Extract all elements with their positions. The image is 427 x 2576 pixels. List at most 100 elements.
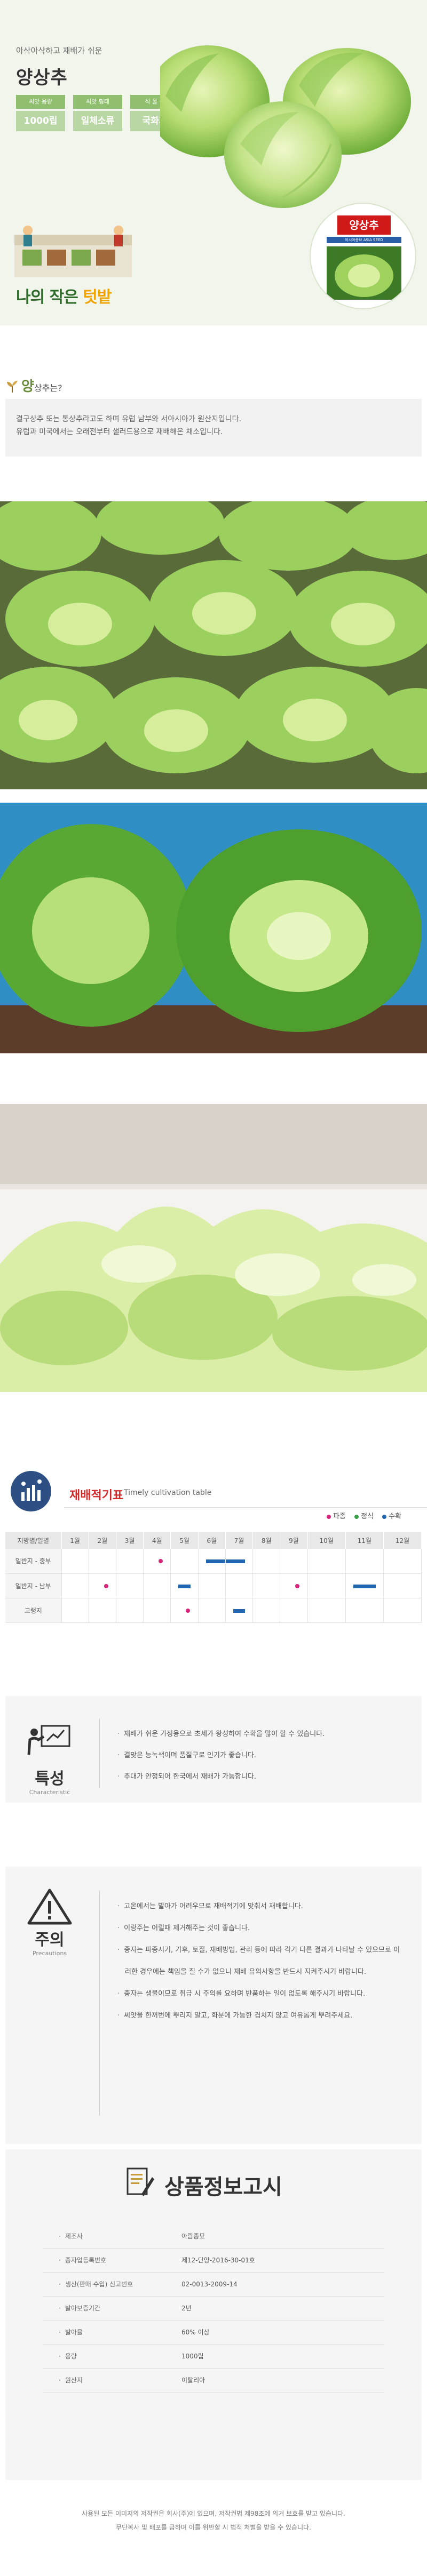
list-item: 결맞은 능녹색이며 품질구로 인기가 좋습니다. — [117, 1745, 325, 1766]
month-header: 3월 — [116, 1532, 144, 1549]
spec-seed-form: 씨앗 형태 일체소류 — [73, 95, 122, 131]
notice-value: 아람종묘 — [181, 2224, 384, 2249]
notice-key: 제조사 — [43, 2224, 181, 2249]
month-header: 5월 — [170, 1532, 199, 1549]
intro-heading-big: 양 — [21, 379, 34, 395]
month-header: 11월 — [345, 1532, 384, 1549]
spec-label: 씨앗 형태 — [73, 95, 122, 109]
hero-subtitle: 아삭아삭하고 재배가 쉬운 — [16, 46, 102, 55]
notice-value: 1000립 — [181, 2344, 384, 2369]
calendar-month-cell — [61, 1598, 89, 1623]
calendar-month-cell — [252, 1598, 281, 1623]
calendar-month-cell — [143, 1549, 171, 1574]
calendar-month-cell — [116, 1549, 144, 1574]
calendar-month-cell — [383, 1549, 422, 1574]
seed-packet-strip: 아시아종묘 ASIA SEED — [327, 237, 401, 243]
notice-key: 종자업등록번호 — [43, 2248, 181, 2273]
features-title: 특성 — [35, 1770, 65, 1788]
notice-value: 60% 이상 — [181, 2320, 384, 2345]
lettuce-heads-tray-photo — [0, 803, 427, 1053]
product-notice-title: 상품정보고시 — [164, 2175, 282, 2199]
month-header: 4월 — [143, 1532, 171, 1549]
month-header: 7월 — [225, 1532, 254, 1549]
table-row: 발아율60% 이상 — [43, 2320, 384, 2345]
calendar-month-cell — [252, 1549, 281, 1574]
harvest-mark — [205, 1559, 225, 1563]
footer-line: 무단복사 및 배포를 금하며 이를 위반할 시 법적 처벌을 받을 수 있습니다… — [116, 2524, 311, 2531]
table-row: 제조사아람종묘 — [43, 2224, 384, 2249]
legend-label: 정식 — [361, 1513, 374, 1521]
lettuce-field-photo — [0, 501, 427, 789]
calendar-month-cell — [225, 1573, 254, 1598]
cultivation-icon-badge — [11, 1471, 51, 1511]
presenter-board-icon — [27, 1725, 70, 1755]
legend-item-harvest: 수확 — [382, 1513, 401, 1521]
lettuce-salad-bowl-photo — [0, 1104, 427, 1392]
calendar-month-cell — [143, 1573, 171, 1598]
divider — [99, 1891, 100, 2115]
footer-line: 사용된 모든 이미지의 저작권은 회사(주)에 있으며, 저작권법 제98조에 … — [82, 2510, 345, 2517]
seed-packet-photo — [327, 246, 401, 300]
intro-line: 결구상추 또는 통상추라고도 하며 유럽 남부와 서아시아가 원산지입니다. — [16, 415, 241, 423]
month-header: 6월 — [198, 1532, 226, 1549]
caution-title: 주의 — [35, 1931, 65, 1949]
legend-item-sow: 파종 — [327, 1513, 346, 1521]
calendar-month-cell — [383, 1573, 422, 1598]
intro-heading: 양상추는? — [21, 375, 62, 395]
legend-dot-icon — [354, 1514, 359, 1519]
intro-line: 유럽과 미국에서는 오래전부터 샐러드용으로 재배해온 채소입니다. — [16, 428, 223, 436]
calendar-month-cell — [170, 1573, 199, 1598]
calendar-row-label: 일반지 - 중부 — [5, 1549, 62, 1574]
calendar-month-cell — [307, 1573, 346, 1598]
brand-logo-text: 나의 작은 텃밭 — [16, 284, 112, 307]
list-item: 재배가 쉬운 가정용으로 초세가 왕성하여 수확을 많이 할 수 있습니다. — [117, 1724, 325, 1745]
month-header: 1월 — [61, 1532, 89, 1549]
cultivation-legend: 파종 정식 수확 — [320, 1510, 401, 1521]
spec-label: 씨앗 용량 — [16, 95, 65, 109]
list-item: 이랑주는 어릴때 제거해주는 것이 좋습니다. — [117, 1917, 400, 1939]
calendar-month-cell — [170, 1598, 199, 1623]
notice-value: 이탈리아 — [181, 2368, 384, 2393]
legend-label: 수확 — [389, 1513, 402, 1521]
calendar-month-cell — [345, 1549, 384, 1574]
features-list: 재배가 쉬운 가정용으로 초세가 왕성하여 수확을 많이 할 수 있습니다. 결… — [117, 1724, 325, 1788]
harvest-mark — [178, 1584, 191, 1588]
document-pencil-icon — [126, 2167, 154, 2196]
hero-banner: 아삭아삭하고 재배가 쉬운 양상추 씨앗 용량 1000립 씨앗 형태 일체소류… — [0, 0, 427, 325]
calendar-month-cell — [116, 1573, 144, 1598]
calendar-row: 일반지 - 남부 — [5, 1573, 422, 1598]
calendar-month-cell — [198, 1573, 226, 1598]
product-notice-table: 제조사아람종묘 종자업등록번호제12-단양-2016-30-01호 생산(판매·… — [43, 2224, 384, 2393]
list-item: 씨앗을 한꺼번에 뿌리지 말고, 화분에 가능한 겹치지 않고 여유롭게 뿌려주… — [117, 2005, 400, 2027]
calendar-month-cell — [198, 1549, 226, 1574]
warning-icon — [27, 1889, 72, 1925]
calendar-header-row: 지방별/일별 1월 2월 3월 4월 5월 6월 7월 8월 9월 10월 11… — [5, 1532, 422, 1549]
month-header: 2월 — [89, 1532, 116, 1549]
calendar-row-label: 고랭지 — [5, 1598, 62, 1623]
spec-seed-amount: 씨앗 용량 1000립 — [16, 95, 65, 131]
legend-item-plant: 정식 — [354, 1513, 374, 1521]
notice-key: 발아보증기간 — [43, 2296, 181, 2321]
calendar-month-cell — [383, 1598, 422, 1623]
intro-description: 결구상추 또는 통상추라고도 하며 유럽 남부와 서아시아가 원산지입니다. 유… — [5, 399, 422, 457]
list-item: 추대가 안정되어 한국에서 재배가 가능합니다. — [117, 1766, 325, 1788]
seed-packet-tag: 양상추 — [337, 215, 391, 235]
caution-list: 고온에서는 발아가 어려우므로 재배적기에 맞춰서 재배합니다. 이랑주는 어릴… — [117, 1895, 400, 2027]
calendar-month-cell — [61, 1549, 89, 1574]
divider — [99, 1718, 100, 1788]
calendar-month-cell — [61, 1573, 89, 1598]
month-header: 9월 — [280, 1532, 308, 1549]
seed-packet-badge: 양상추 아시아종묘 ASIA SEED — [310, 203, 416, 309]
calendar-month-cell — [225, 1549, 254, 1574]
farm-illustration — [14, 226, 132, 277]
calendar-row: 고랭지 — [5, 1598, 422, 1623]
sprout-icon — [7, 381, 18, 393]
divider — [64, 1507, 427, 1508]
calendar-month-cell — [280, 1598, 308, 1623]
caution-subtitle: Precautions — [32, 1950, 67, 1957]
list-item: 종자는 생물이므로 취급 시 주의를 요하며 반품하는 일이 없도록 해주시기 … — [117, 1983, 400, 2005]
sowing-mark — [295, 1583, 300, 1588]
legend-dot-icon — [382, 1514, 387, 1519]
list-item: 종자는 파종시기, 기후, 토질, 재배방법, 관리 등에 따라 각기 다른 결… — [117, 1939, 400, 1983]
notice-key: 발아율 — [43, 2320, 181, 2345]
